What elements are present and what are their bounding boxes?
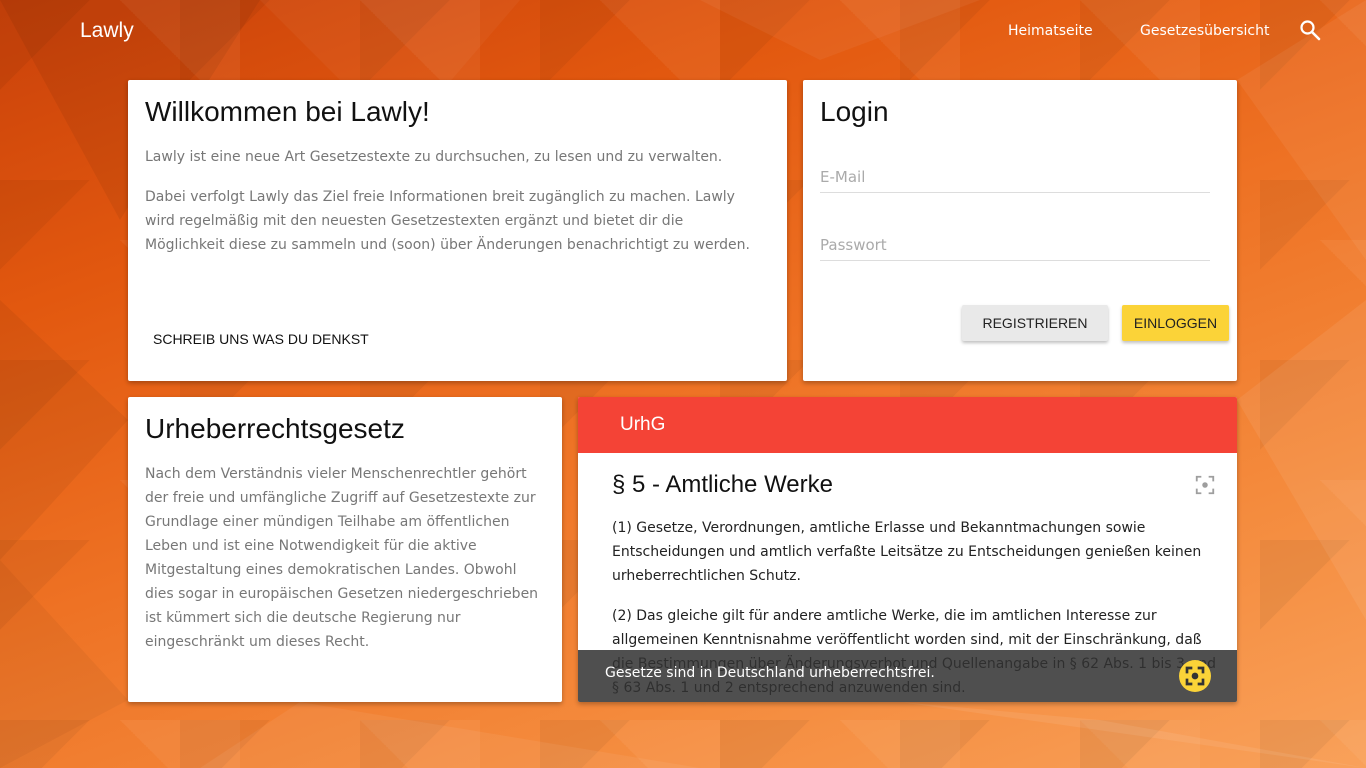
- welcome-title: Willkommen bei Lawly!: [145, 96, 430, 127]
- login-button[interactable]: EINLOGGEN: [1122, 305, 1229, 341]
- copyright-card: Urheberrechtsgesetz Nach dem Verständnis…: [128, 397, 562, 702]
- snackbar-focus-icon[interactable]: [1179, 660, 1211, 692]
- email-field[interactable]: [820, 161, 1210, 193]
- welcome-description: Dabei verfolgt Lawly das Ziel freie Info…: [145, 189, 750, 253]
- search-icon[interactable]: [1298, 18, 1322, 42]
- law-section-title: § 5 - Amtliche Werke: [612, 471, 833, 498]
- center-focus-icon[interactable]: [1194, 474, 1216, 496]
- law-header[interactable]: UrhG: [578, 397, 1237, 453]
- law-abbreviation: UrhG: [620, 414, 666, 435]
- login-title: Login: [820, 96, 889, 127]
- welcome-intro: Lawly ist eine neue Art Gesetzestexte zu…: [145, 149, 723, 165]
- brand-logo[interactable]: Lawly: [80, 19, 134, 43]
- top-navbar: Lawly Heimatseite Gesetzesübersicht: [0, 0, 1366, 64]
- password-field[interactable]: [820, 229, 1210, 261]
- register-button[interactable]: REGISTRIEREN: [962, 305, 1108, 341]
- snackbar: Gesetze sind in Deutschland urheberrecht…: [578, 650, 1237, 702]
- copyright-title: Urheberrechtsgesetz: [145, 413, 405, 444]
- welcome-card: Willkommen bei Lawly! Lawly ist eine neu…: [128, 80, 787, 381]
- login-card: Login REGISTRIEREN EINLOGGEN: [803, 80, 1237, 381]
- nav-link-home[interactable]: Heimatseite: [1008, 23, 1093, 39]
- law-paragraph-1: (1) Gesetze, Verordnungen, amtliche Erla…: [612, 520, 1202, 584]
- feedback-button[interactable]: SCHREIB UNS WAS DU DENKST: [145, 327, 377, 351]
- nav-link-law-overview[interactable]: Gesetzesübersicht: [1140, 23, 1270, 39]
- law-card: UrhG § 5 - Amtliche Werke (1) Gesetze, V…: [578, 397, 1237, 702]
- snackbar-message: Gesetze sind in Deutschland urheberrecht…: [605, 665, 935, 681]
- copyright-text: Nach dem Verständnis vieler Menschenrech…: [145, 466, 539, 650]
